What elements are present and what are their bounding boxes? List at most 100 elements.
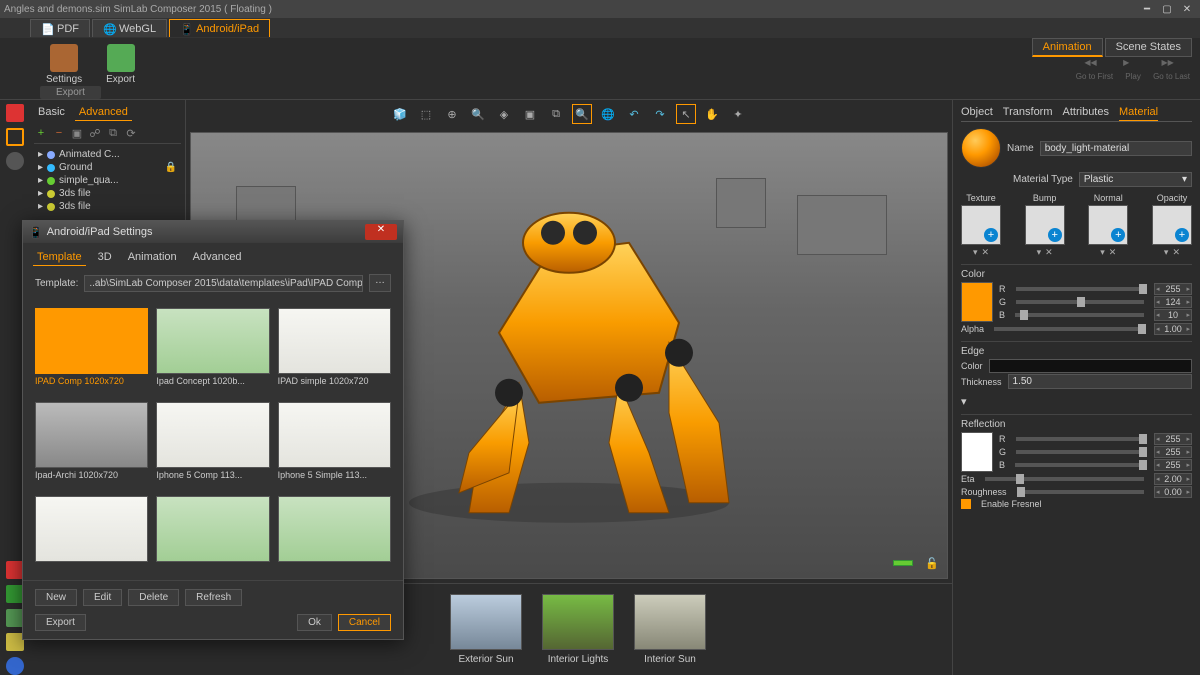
- tab-webgl[interactable]: 🌐WebGL: [92, 19, 167, 37]
- vp-tool-render[interactable]: 🧊: [390, 104, 410, 124]
- scene-tab-basic[interactable]: Basic: [34, 104, 69, 121]
- b-value[interactable]: 10: [1154, 309, 1192, 321]
- rail-tool-2[interactable]: [6, 152, 24, 170]
- vp-tool-zoom[interactable]: 🔍: [468, 104, 488, 124]
- tab-pdf[interactable]: 📄PDF: [30, 19, 90, 37]
- refl-g-slider[interactable]: [1016, 450, 1144, 454]
- texture-slot[interactable]: [961, 205, 1001, 245]
- thickness-field[interactable]: 1.50: [1008, 374, 1192, 389]
- vp-tool-redo[interactable]: ↷: [650, 104, 670, 124]
- browse-button[interactable]: …: [369, 274, 391, 292]
- eta-slider[interactable]: [985, 477, 1144, 481]
- refl-r-slider[interactable]: [1016, 437, 1145, 441]
- edit-button[interactable]: Edit: [83, 589, 122, 606]
- material-type-select[interactable]: Plastic ▾: [1079, 172, 1192, 187]
- enable-fresnel-checkbox[interactable]: Enable Fresnel: [961, 499, 1192, 509]
- eta-value[interactable]: 2.00: [1154, 473, 1192, 485]
- tab-attributes[interactable]: Attributes: [1063, 104, 1109, 121]
- play-button[interactable]: ▶Play: [1123, 58, 1143, 81]
- tab-object[interactable]: Object: [961, 104, 993, 121]
- dialog-titlebar[interactable]: 📱 Android/iPad Settings ✕: [23, 221, 403, 243]
- bump-slot[interactable]: [1025, 205, 1065, 245]
- alpha-value[interactable]: 1.00: [1154, 323, 1192, 335]
- template-thumbnail[interactable]: Ipad-Archi 1020x720: [35, 402, 148, 488]
- dlg-tab-animation[interactable]: Animation: [124, 249, 181, 266]
- vp-tool-target[interactable]: ⊕: [442, 104, 462, 124]
- scene-tool-3[interactable]: ⧉: [106, 127, 120, 141]
- scene-tool-4[interactable]: ⟳: [124, 127, 138, 141]
- vp-tool-axis[interactable]: ✦: [728, 104, 748, 124]
- template-thumbnail[interactable]: [278, 496, 391, 572]
- vp-tool-grid[interactable]: ◈: [494, 104, 514, 124]
- color-swatch[interactable]: [961, 282, 993, 322]
- template-thumbnail[interactable]: IPAD simple 1020x720: [278, 308, 391, 394]
- export-button[interactable]: Export: [100, 42, 141, 99]
- tree-item[interactable]: ▸3ds file: [34, 187, 181, 200]
- preset-interior-lights[interactable]: Interior Lights: [542, 594, 614, 665]
- preset-interior-sun[interactable]: Interior Sun: [634, 594, 706, 665]
- r-value[interactable]: 255: [1154, 283, 1192, 295]
- vp-tool-select[interactable]: ▣: [520, 104, 540, 124]
- tab-animation[interactable]: Animation: [1032, 38, 1103, 57]
- alpha-slider[interactable]: [994, 327, 1144, 331]
- maximize-button[interactable]: ▢: [1158, 3, 1176, 15]
- edge-color-swatch[interactable]: [989, 359, 1192, 373]
- dialog-export-button[interactable]: Export: [35, 614, 86, 631]
- tab-material[interactable]: Material: [1119, 104, 1158, 121]
- vp-tool-camera[interactable]: ⬚: [416, 104, 436, 124]
- scene-tab-advanced[interactable]: Advanced: [75, 104, 132, 121]
- tab-android-ipad[interactable]: 📱Android/iPad: [169, 19, 270, 37]
- g-slider[interactable]: [1016, 300, 1144, 304]
- template-thumbnail[interactable]: Iphone 5 Comp 113...: [156, 402, 269, 488]
- refl-b-slider[interactable]: [1015, 463, 1144, 467]
- roughness-slider[interactable]: [1017, 490, 1144, 494]
- g-value[interactable]: 124: [1154, 296, 1192, 308]
- template-thumbnail[interactable]: [35, 496, 148, 572]
- vp-tool-zoom-extents[interactable]: 🔍: [572, 104, 592, 124]
- help-icon[interactable]: [6, 657, 24, 675]
- scene-tool-1[interactable]: ▣: [70, 127, 84, 141]
- close-button[interactable]: ✕: [1178, 3, 1196, 15]
- refresh-button[interactable]: Refresh: [185, 589, 242, 606]
- cancel-button[interactable]: Cancel: [338, 614, 391, 631]
- vp-tool-undo[interactable]: ↶: [624, 104, 644, 124]
- delete-button[interactable]: Delete: [128, 589, 179, 606]
- record-icon[interactable]: [6, 104, 24, 122]
- ok-button[interactable]: Ok: [297, 614, 332, 631]
- tab-scene-states[interactable]: Scene States: [1105, 38, 1192, 57]
- r-slider[interactable]: [1016, 287, 1145, 291]
- vp-tool-snap[interactable]: ⧉: [546, 104, 566, 124]
- template-path-field[interactable]: ..ab\SimLab Composer 2015\data\templates…: [84, 275, 363, 292]
- preset-exterior-sun[interactable]: Exterior Sun: [450, 594, 522, 665]
- go-last-button[interactable]: ▶▶Go to Last: [1153, 58, 1190, 81]
- normal-slot[interactable]: [1088, 205, 1128, 245]
- template-thumbnail[interactable]: IPAD Comp 1020x720: [35, 308, 148, 394]
- dlg-tab-advanced[interactable]: Advanced: [189, 249, 246, 266]
- dlg-tab-template[interactable]: Template: [33, 249, 86, 266]
- viewport-lock-icon[interactable]: 🔓: [925, 557, 939, 570]
- rail-tool-1[interactable]: [6, 128, 24, 146]
- tree-item[interactable]: ▸3ds file: [34, 200, 181, 213]
- tree-item[interactable]: ▸Animated C...: [34, 148, 181, 161]
- dlg-tab-3d[interactable]: 3D: [94, 249, 116, 266]
- tab-transform[interactable]: Transform: [1003, 104, 1053, 121]
- template-thumbnail[interactable]: Ipad Concept 1020b...: [156, 308, 269, 394]
- tree-item[interactable]: ▸Ground🔒: [34, 161, 181, 174]
- template-thumbnail[interactable]: Iphone 5 Simple 113...: [278, 402, 391, 488]
- vp-tool-cursor[interactable]: ↖: [676, 104, 696, 124]
- scene-tool-2[interactable]: ☍: [88, 127, 102, 141]
- remove-icon[interactable]: −: [52, 127, 66, 141]
- b-slider[interactable]: [1015, 313, 1144, 317]
- go-first-button[interactable]: ◀◀Go to First: [1076, 58, 1113, 81]
- template-thumbnail[interactable]: [156, 496, 269, 572]
- vp-tool-globe[interactable]: 🌐: [598, 104, 618, 124]
- add-icon[interactable]: +: [34, 127, 48, 141]
- reflection-swatch[interactable]: [961, 432, 993, 472]
- opacity-slot[interactable]: [1152, 205, 1192, 245]
- minimize-button[interactable]: ━: [1138, 3, 1156, 15]
- tree-item[interactable]: ▸simple_qua...: [34, 174, 181, 187]
- vp-tool-pan[interactable]: ✋: [702, 104, 722, 124]
- dialog-close-button[interactable]: ✕: [365, 224, 397, 240]
- collapse-icon[interactable]: ▾: [961, 395, 1192, 408]
- roughness-value[interactable]: 0.00: [1154, 486, 1192, 498]
